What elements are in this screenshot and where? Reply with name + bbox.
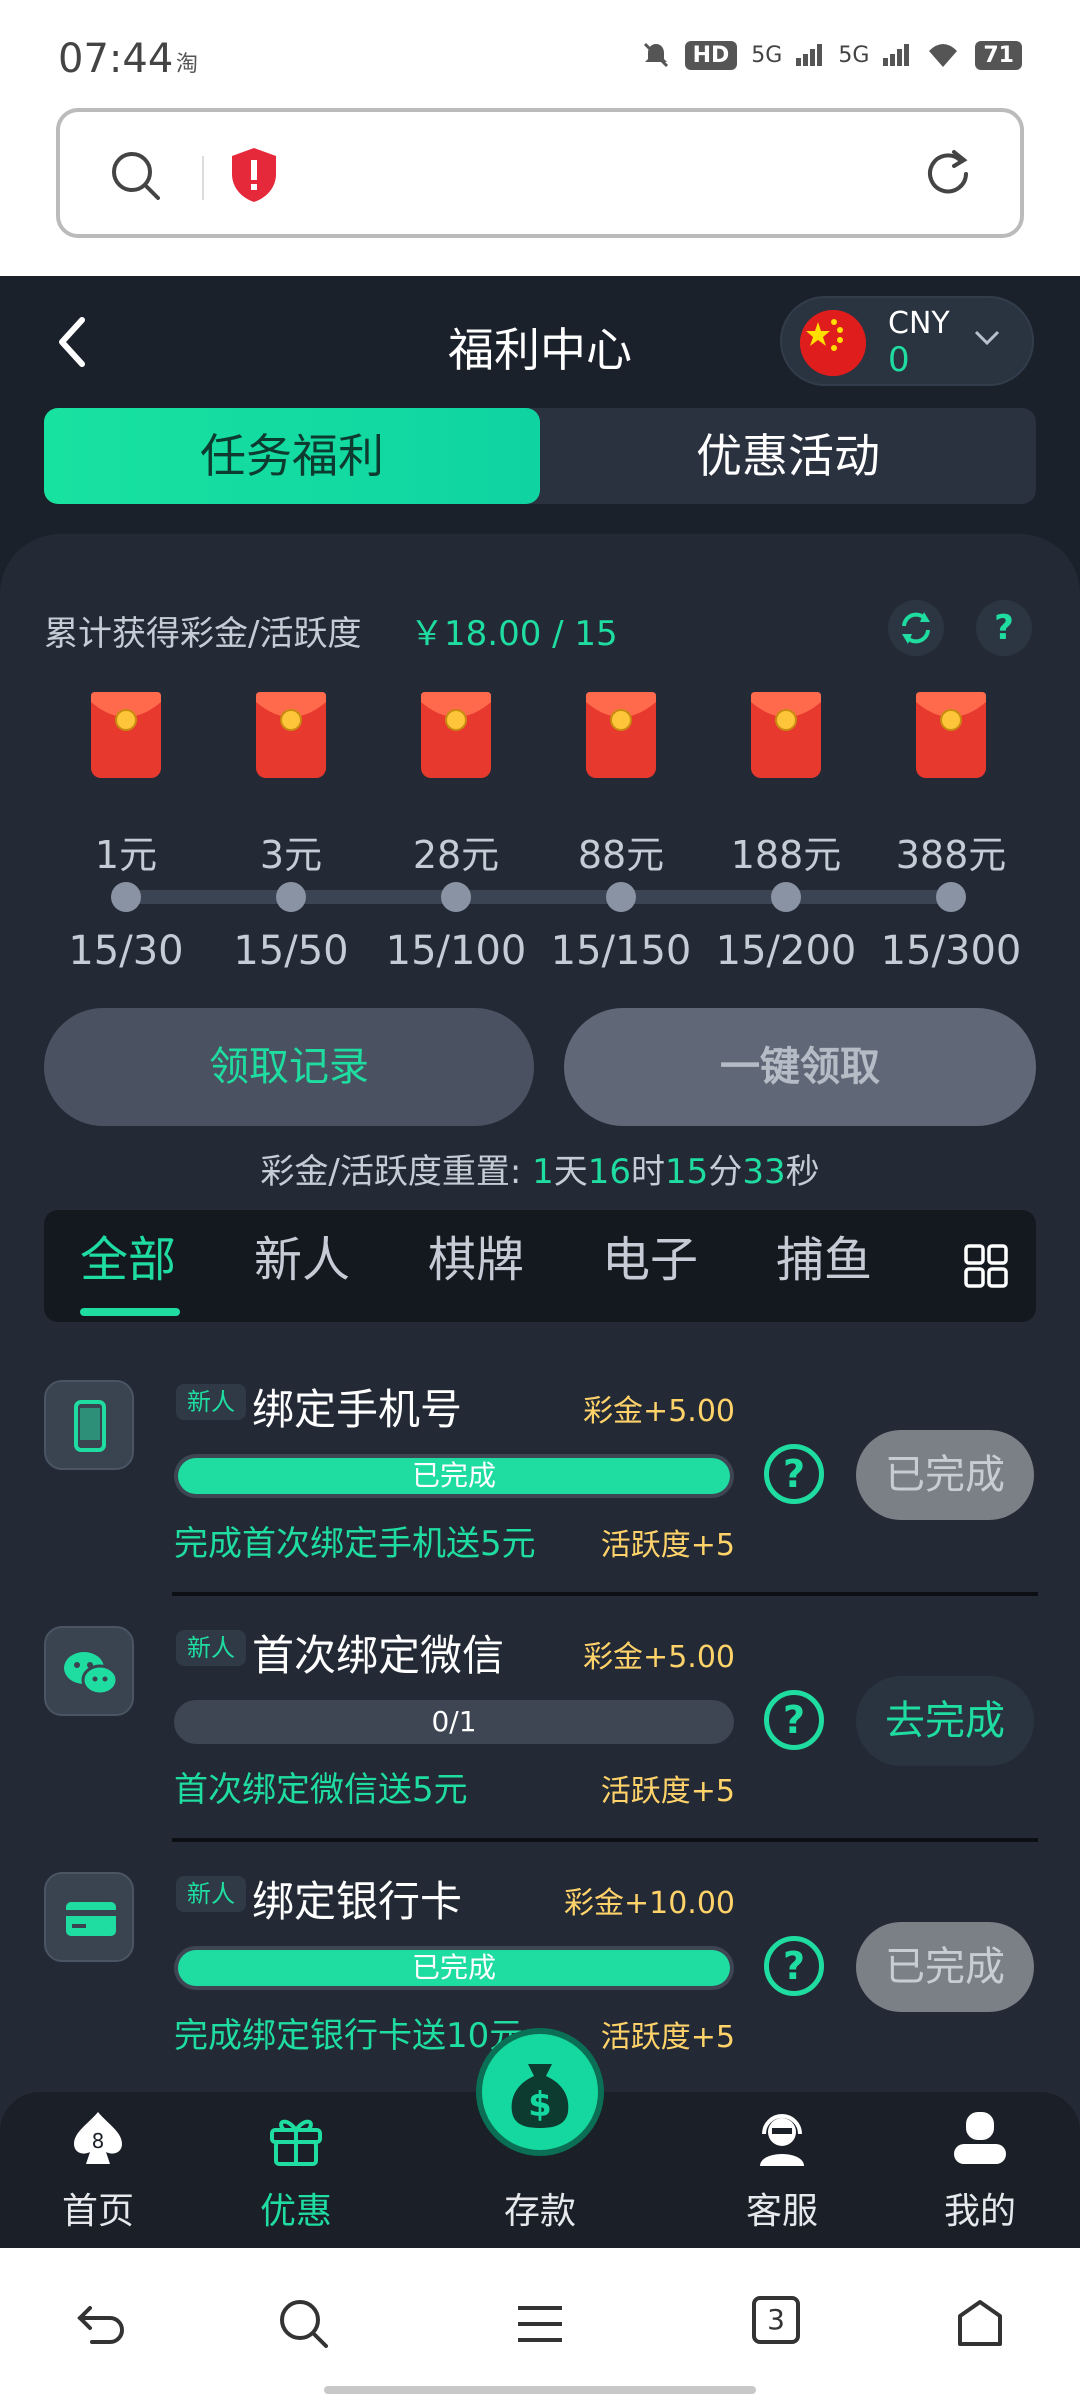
- browser-address-bar[interactable]: [56, 108, 1024, 238]
- status-bar: 07:44 淘 HD 5G 5G 71: [0, 0, 1080, 100]
- task-title: 首次绑定微信: [252, 1631, 505, 1680]
- reset-minutes: 15: [665, 1152, 709, 1192]
- task-progress-label: 0/1: [431, 1705, 477, 1738]
- search-icon[interactable]: [108, 148, 164, 204]
- task-tag: 新人: [176, 1876, 246, 1912]
- wechat-icon: [44, 1626, 134, 1716]
- category-tabs: 全部 新人 棋牌 电子 捕鱼: [44, 1210, 1036, 1322]
- status-time: 07:44: [58, 36, 174, 82]
- taobao-indicator: 淘: [176, 52, 199, 77]
- reset-minutes-unit: 分: [708, 1152, 743, 1192]
- gesture-home-bar[interactable]: [324, 2386, 756, 2394]
- tabs-count-icon[interactable]: 3: [752, 2296, 800, 2344]
- task-activity: 活跃度+5: [600, 1528, 735, 1563]
- task-status-button[interactable]: 去完成: [856, 1676, 1034, 1766]
- envelope-layer: [0, 276, 1080, 1076]
- phone-icon: [44, 1380, 134, 1470]
- task-reward: 彩金+5.00: [583, 1394, 735, 1429]
- task-help-icon[interactable]: ?: [764, 1936, 824, 1996]
- shield-icon[interactable]: [228, 146, 280, 204]
- red-envelope-icon: [89, 688, 163, 780]
- deposit-button[interactable]: $: [476, 2028, 604, 2156]
- category-tab-chess[interactable]: 棋牌: [428, 1210, 524, 1322]
- reload-icon[interactable]: [920, 146, 976, 202]
- signal-bars-icon: [796, 44, 823, 66]
- red-envelope-icon: [254, 688, 328, 780]
- reset-seconds: 33: [742, 1152, 786, 1192]
- task-divider: [172, 1592, 1038, 1596]
- undo-back-icon[interactable]: [72, 2296, 128, 2352]
- reset-countdown: 彩金/活跃度重置: 1天16时15分33秒: [0, 1144, 1080, 1193]
- svg-text:$: $: [528, 2085, 552, 2125]
- task-tag: 新人: [176, 1384, 246, 1420]
- reset-days-unit: 天: [553, 1152, 588, 1192]
- reset-seconds-unit: 秒: [785, 1152, 820, 1192]
- address-separator: [202, 156, 204, 200]
- task-description: 首次绑定微信送5元: [174, 1770, 468, 1810]
- task-status-button[interactable]: 已完成: [856, 1922, 1034, 2012]
- nav-home-label: 首页: [61, 2191, 134, 2232]
- battery-icon: 71: [975, 40, 1022, 70]
- task-reward: 彩金+5.00: [583, 1640, 735, 1675]
- reset-hours-unit: 时: [631, 1152, 666, 1192]
- home-spade-icon: 8: [74, 2112, 122, 2164]
- task-progress-bar: 0/1: [174, 1700, 734, 1744]
- home-icon[interactable]: [952, 2296, 1008, 2352]
- category-tab-fishing[interactable]: 捕鱼: [776, 1210, 872, 1322]
- task-activity: 活跃度+5: [600, 1774, 735, 1809]
- task-divider: [172, 1838, 1038, 1842]
- user-icon: [954, 2112, 1006, 2164]
- gift-icon: [270, 2119, 322, 2166]
- category-tab-newbie[interactable]: 新人: [254, 1210, 350, 1322]
- task-activity: 活跃度+5: [600, 2020, 735, 2055]
- support-agent-icon: [760, 2114, 804, 2166]
- mute-icon: [643, 42, 668, 68]
- signal-5g-icon: 5G: [751, 42, 783, 68]
- nav-promotions-label: 优惠: [259, 2191, 332, 2232]
- svg-text:8: 8: [92, 2129, 105, 2153]
- signal-5g-icon-2: 5G: [838, 42, 870, 68]
- status-icons: HD 5G 5G 71: [641, 40, 1022, 70]
- task-progress-bar: 已完成: [174, 1454, 734, 1498]
- menu-icon[interactable]: [512, 2296, 568, 2352]
- red-envelope-icon: [749, 688, 823, 780]
- nav-deposit-label[interactable]: 存款: [470, 2182, 610, 2234]
- task-help-icon[interactable]: ?: [764, 1444, 824, 1504]
- task-title: 绑定银行卡: [252, 1877, 463, 1926]
- red-envelope-icon: [584, 688, 658, 780]
- reset-days: 1: [532, 1152, 554, 1192]
- red-envelope-icon: [419, 688, 493, 780]
- task-description: 完成绑定银行卡送10元: [174, 2016, 524, 2056]
- task-progress-label: 已完成: [411, 1459, 496, 1492]
- red-envelope-icon: [914, 688, 988, 780]
- category-active-indicator: [80, 1308, 180, 1316]
- task-progress-label: 已完成: [411, 1951, 496, 1984]
- nav-profile-label: 我的: [943, 2191, 1016, 2232]
- system-navigation-bar: 3: [0, 2248, 1080, 2400]
- task-tag: 新人: [176, 1630, 246, 1666]
- search-icon-nav[interactable]: [276, 2296, 332, 2352]
- nav-support-label: 客服: [745, 2191, 818, 2232]
- task-reward: 彩金+10.00: [563, 1886, 735, 1921]
- bank-card-icon: [44, 1872, 134, 1962]
- reset-label: 彩金/活跃度重置:: [260, 1152, 533, 1192]
- category-tab-slots[interactable]: 电子: [602, 1210, 698, 1322]
- category-tab-all[interactable]: 全部: [80, 1210, 176, 1322]
- task-progress-bar: 已完成: [174, 1946, 734, 1990]
- task-title: 绑定手机号: [252, 1385, 463, 1434]
- signal-bars-icon-2: [883, 44, 910, 66]
- wifi-icon: [929, 44, 958, 67]
- money-bag-icon: $: [511, 2064, 569, 2128]
- grid-menu-icon[interactable]: [964, 1244, 1008, 1288]
- hd-icon: HD: [684, 40, 738, 70]
- reset-hours: 16: [587, 1152, 632, 1192]
- task-status-button[interactable]: 已完成: [856, 1430, 1034, 1520]
- task-description: 完成首次绑定手机送5元: [174, 1524, 536, 1564]
- task-help-icon[interactable]: ?: [764, 1690, 824, 1750]
